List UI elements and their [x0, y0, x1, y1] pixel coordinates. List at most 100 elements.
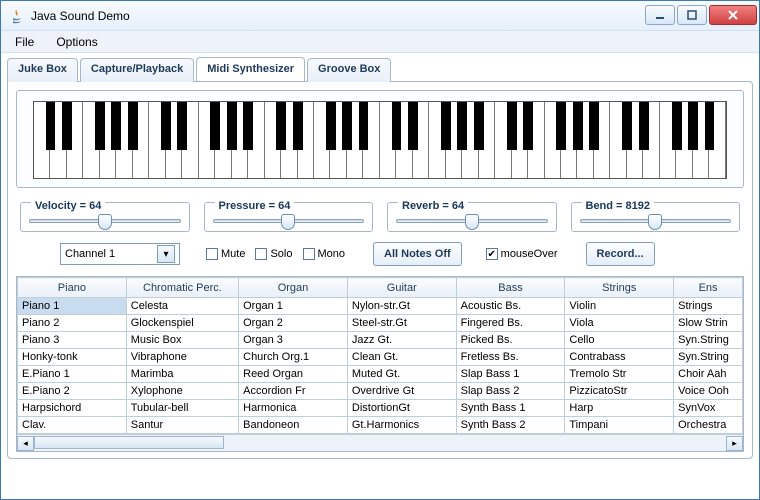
black-key[interactable]: [161, 102, 171, 150]
instrument-cell[interactable]: Piano 2: [18, 315, 127, 332]
instrument-cell[interactable]: Piano 3: [18, 332, 127, 349]
instrument-cell[interactable]: Overdrive Gt: [347, 383, 456, 400]
instrument-cell[interactable]: Picked Bs.: [456, 332, 565, 349]
mouseover-checkbox[interactable]: ✔mouseOver: [486, 248, 558, 260]
instrument-cell[interactable]: Steel-str.Gt: [347, 315, 456, 332]
mono-checkbox[interactable]: Mono: [303, 248, 346, 260]
instrument-cell[interactable]: Vibraphone: [126, 349, 238, 366]
velocity-slider[interactable]: [29, 219, 181, 223]
instrument-cell[interactable]: Glockenspiel: [126, 315, 238, 332]
mute-checkbox[interactable]: Mute: [206, 248, 245, 260]
black-key[interactable]: [523, 102, 533, 150]
column-header[interactable]: Organ: [239, 278, 348, 298]
column-header[interactable]: Piano: [18, 278, 127, 298]
black-key[interactable]: [62, 102, 72, 150]
reverb-slider-thumb[interactable]: [465, 214, 479, 230]
black-key[interactable]: [111, 102, 121, 150]
instrument-cell[interactable]: Slap Bass 2: [456, 383, 565, 400]
instrument-cell[interactable]: Violin: [565, 298, 674, 315]
instrument-cell[interactable]: Harp: [565, 400, 674, 417]
instrument-cell[interactable]: Reed Organ: [239, 366, 348, 383]
black-key[interactable]: [507, 102, 517, 150]
instrument-cell[interactable]: Church Org.1: [239, 349, 348, 366]
instrument-cell[interactable]: Harpsichord: [18, 400, 127, 417]
instrument-cell[interactable]: Accordion Fr: [239, 383, 348, 400]
instrument-cell[interactable]: Santur: [126, 417, 238, 434]
instrument-cell[interactable]: Muted Gt.: [347, 366, 456, 383]
minimize-button[interactable]: [645, 5, 675, 25]
chevron-down-icon[interactable]: ▾: [157, 245, 175, 263]
instrument-cell[interactable]: Music Box: [126, 332, 238, 349]
bend-slider-thumb[interactable]: [648, 214, 662, 230]
instrument-cell[interactable]: Marimba: [126, 366, 238, 383]
bend-slider[interactable]: [580, 219, 732, 223]
instrument-cell[interactable]: Timpani: [565, 417, 674, 434]
instrument-cell[interactable]: E.Piano 1: [18, 366, 127, 383]
instrument-cell[interactable]: Organ 2: [239, 315, 348, 332]
instrument-cell[interactable]: DistortionGt: [347, 400, 456, 417]
solo-checkbox[interactable]: Solo: [255, 248, 292, 260]
instrument-cell[interactable]: Strings: [674, 298, 743, 315]
black-key[interactable]: [46, 102, 56, 150]
black-key[interactable]: [589, 102, 599, 150]
instrument-cell[interactable]: E.Piano 2: [18, 383, 127, 400]
instrument-cell[interactable]: Nylon-str.Gt: [347, 298, 456, 315]
titlebar[interactable]: Java Sound Demo: [1, 1, 759, 31]
scroll-thumb[interactable]: [34, 436, 224, 449]
scroll-left-icon[interactable]: ◂: [17, 436, 34, 451]
black-key[interactable]: [556, 102, 566, 150]
black-key[interactable]: [457, 102, 467, 150]
instrument-cell[interactable]: Honky-tonk: [18, 349, 127, 366]
instrument-cell[interactable]: Synth Bass 2: [456, 417, 565, 434]
instrument-cell[interactable]: Cello: [565, 332, 674, 349]
instrument-cell[interactable]: Tremolo Str: [565, 366, 674, 383]
black-key[interactable]: [276, 102, 286, 150]
instrument-cell[interactable]: Harmonica: [239, 400, 348, 417]
black-key[interactable]: [672, 102, 682, 150]
piano-keyboard[interactable]: [33, 101, 727, 179]
scroll-right-icon[interactable]: ▸: [726, 436, 743, 451]
black-key[interactable]: [688, 102, 698, 150]
column-header[interactable]: Chromatic Perc.: [126, 278, 238, 298]
instrument-cell[interactable]: Viola: [565, 315, 674, 332]
black-key[interactable]: [408, 102, 418, 150]
black-key[interactable]: [177, 102, 187, 150]
instrument-cell[interactable]: Gt.Harmonics: [347, 417, 456, 434]
column-header[interactable]: Strings: [565, 278, 674, 298]
instrument-cell[interactable]: Clean Gt.: [347, 349, 456, 366]
instrument-table[interactable]: PianoChromatic Perc.OrganGuitarBassStrin…: [17, 277, 743, 434]
tab-groove-box[interactable]: Groove Box: [307, 58, 391, 82]
instrument-cell[interactable]: Contrabass: [565, 349, 674, 366]
instrument-cell[interactable]: Tubular-bell: [126, 400, 238, 417]
pressure-slider-thumb[interactable]: [281, 214, 295, 230]
column-header[interactable]: Ens: [674, 278, 743, 298]
instrument-cell[interactable]: Synth Bass 1: [456, 400, 565, 417]
tab-juke-box[interactable]: Juke Box: [7, 58, 78, 82]
menu-options[interactable]: Options: [48, 33, 105, 51]
black-key[interactable]: [342, 102, 352, 150]
pressure-slider[interactable]: [213, 219, 365, 223]
tab-capture-playback[interactable]: Capture/Playback: [80, 58, 194, 82]
instrument-cell[interactable]: Xylophone: [126, 383, 238, 400]
channel-combo[interactable]: Channel 1 ▾: [60, 243, 180, 265]
black-key[interactable]: [474, 102, 484, 150]
instrument-cell[interactable]: Syn.String: [674, 349, 743, 366]
black-key[interactable]: [293, 102, 303, 150]
instrument-cell[interactable]: SynVox: [674, 400, 743, 417]
black-key[interactable]: [573, 102, 583, 150]
black-key[interactable]: [705, 102, 715, 150]
instrument-cell[interactable]: Organ 3: [239, 332, 348, 349]
instrument-cell[interactable]: Jazz Gt.: [347, 332, 456, 349]
instrument-cell[interactable]: Voice Ooh: [674, 383, 743, 400]
instrument-cell[interactable]: Fingered Bs.: [456, 315, 565, 332]
all-notes-off-button[interactable]: All Notes Off: [373, 242, 462, 266]
black-key[interactable]: [622, 102, 632, 150]
column-header[interactable]: Bass: [456, 278, 565, 298]
black-key[interactable]: [326, 102, 336, 150]
instrument-cell[interactable]: PizzicatoStr: [565, 383, 674, 400]
column-header[interactable]: Guitar: [347, 278, 456, 298]
reverb-slider[interactable]: [396, 219, 548, 223]
instrument-cell[interactable]: Piano 1: [18, 298, 127, 315]
instrument-cell[interactable]: Orchestra: [674, 417, 743, 434]
menu-file[interactable]: File: [7, 33, 42, 51]
